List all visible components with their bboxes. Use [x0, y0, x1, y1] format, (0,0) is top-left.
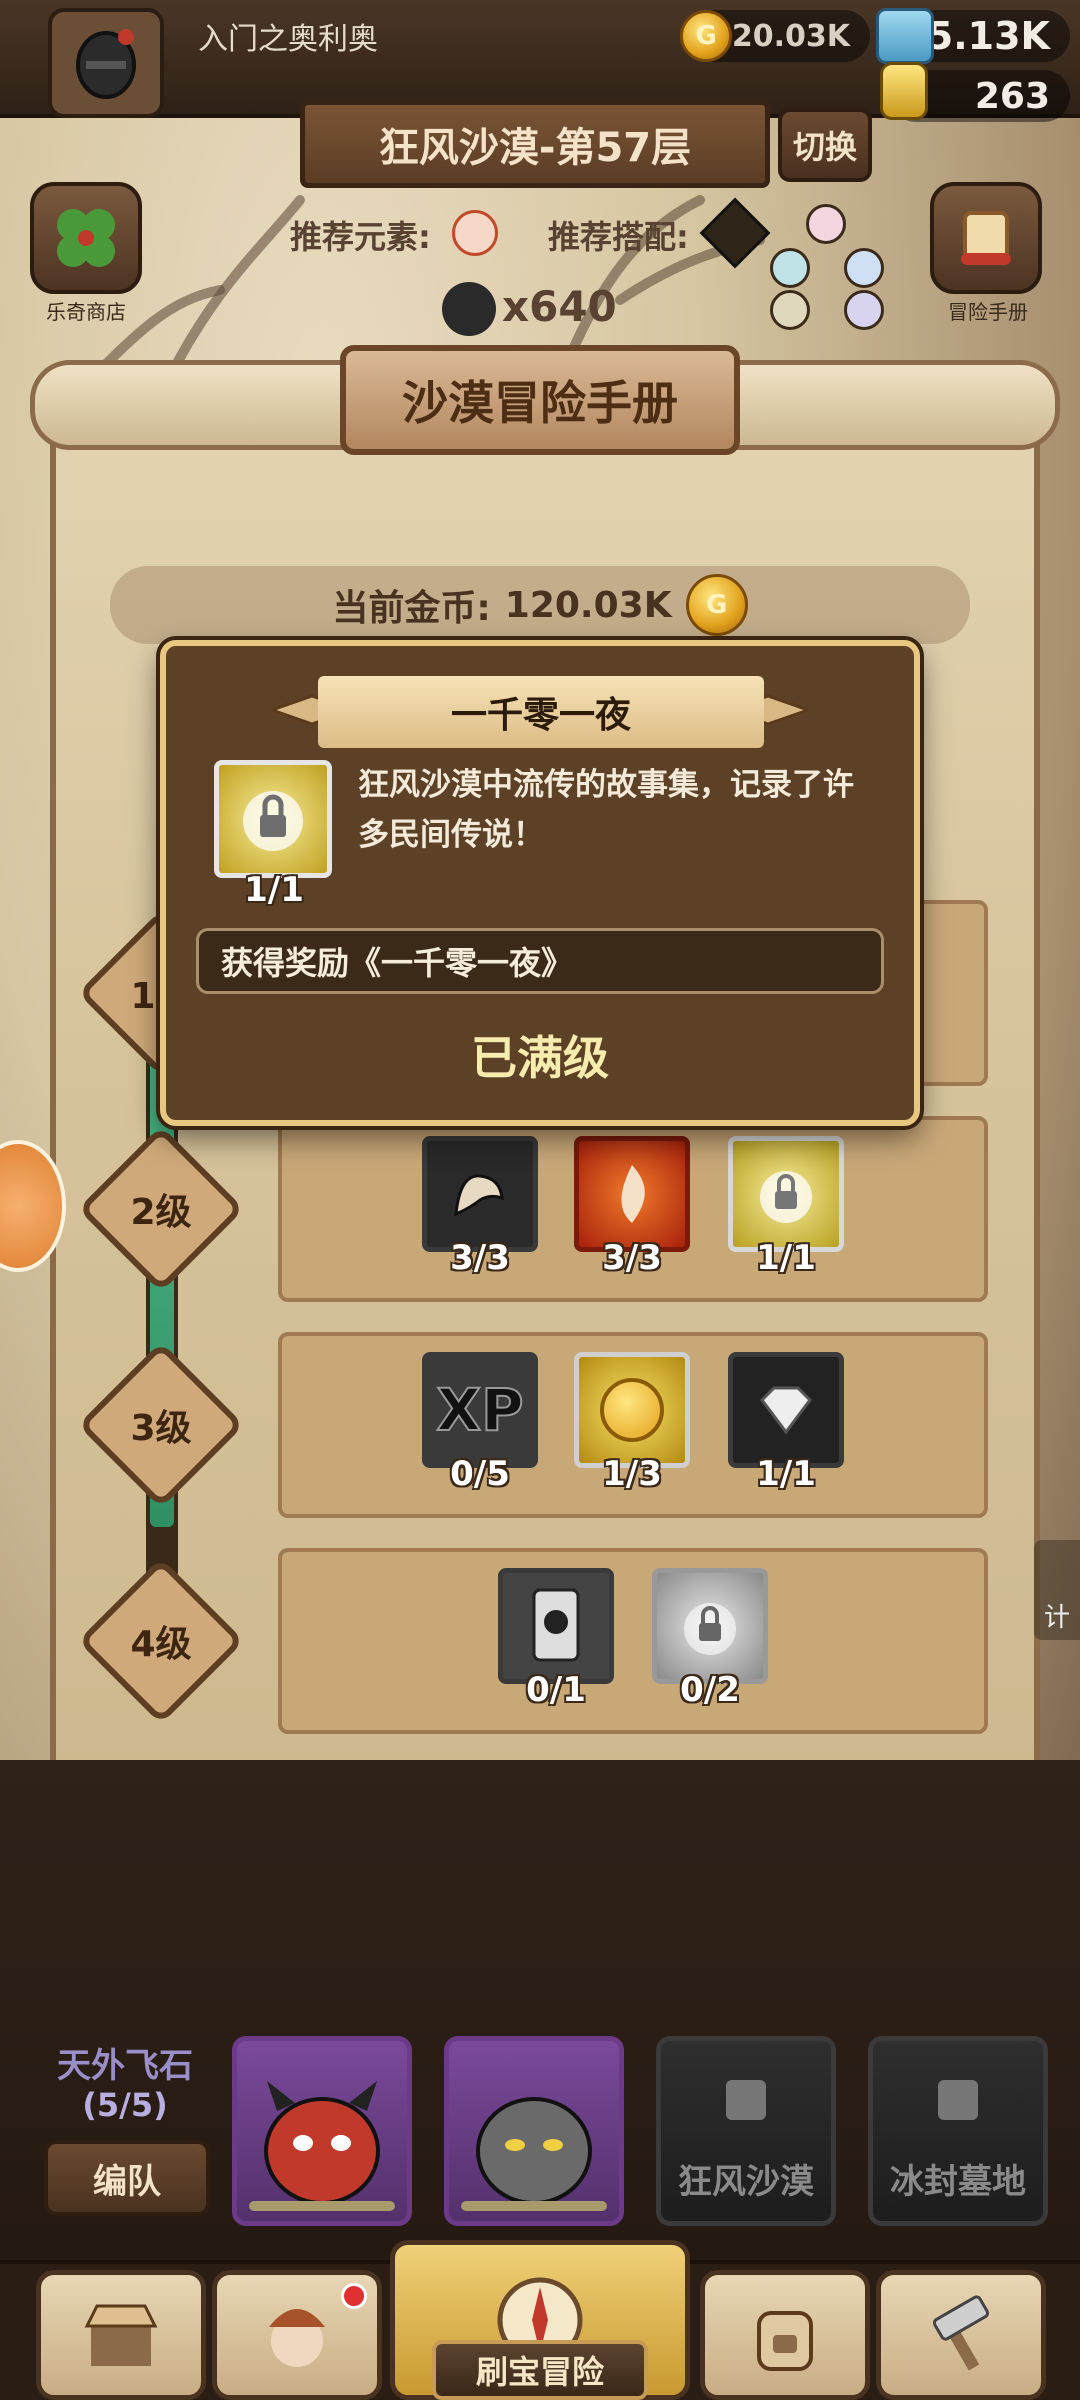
nav-adventure-label: 刷宝冒险: [432, 2340, 648, 2400]
wind-element-icon: [770, 248, 810, 288]
current-gold-label: 当前金币:: [332, 588, 491, 629]
diamond-icon[interactable]: [728, 1352, 844, 1468]
potion-value: 263: [974, 75, 1050, 117]
popup-title: 一千零一夜: [318, 676, 764, 748]
potion-icon: [880, 62, 928, 120]
popup-item-count: 1/1: [244, 870, 304, 910]
popup-reward: 获得奖励《一千零一夜》: [196, 928, 884, 994]
hammer-icon: [932, 2295, 990, 2371]
item-count: 3/3: [602, 1238, 662, 1278]
stage-title: 狂风沙漠-第57层: [300, 100, 770, 188]
level-label-4: 4级: [130, 1624, 192, 1665]
gold-coin-icon[interactable]: [574, 1352, 690, 1468]
nav-forge-button[interactable]: [876, 2270, 1046, 2400]
locked-area-card-2[interactable]: 冰封墓地: [868, 2036, 1048, 2226]
hero-card-gray-beast[interactable]: [444, 2036, 624, 2226]
shop-stall-icon: [84, 2304, 158, 2366]
lock-icon: [938, 2080, 978, 2120]
skull-icon: [442, 282, 496, 336]
item-count: 1/3: [602, 1454, 662, 1494]
nav-hero-button[interactable]: [212, 2270, 382, 2400]
current-gold-bar: 当前金币: 120.03K G: [110, 566, 970, 644]
handbook-title: 沙漠冒险手册: [340, 345, 740, 455]
level-row-4: [278, 1548, 988, 1734]
gem-icon: [876, 8, 934, 64]
nav-shop-button[interactable]: [36, 2270, 206, 2400]
lock-icon: [726, 2080, 766, 2120]
backpack-icon: [757, 2311, 813, 2371]
earth-element-icon: [770, 290, 810, 330]
skull-count: x640: [502, 282, 617, 331]
pink-element-icon: [806, 204, 846, 244]
coin-icon: G: [685, 574, 748, 636]
water-element-icon: [844, 248, 884, 288]
popup-description: 狂风沙漠中流传的故事集，记录了许多民间传说！: [358, 767, 854, 853]
hero-card-red-demon[interactable]: [232, 2036, 412, 2226]
locked-book-icon[interactable]: [728, 1136, 844, 1252]
scroll-icon: [961, 211, 1011, 265]
player-avatar[interactable]: [48, 8, 164, 118]
handbook-button[interactable]: [930, 182, 1042, 294]
level-label-3: 3级: [130, 1408, 192, 1449]
dark-element-icon: [844, 290, 884, 330]
locked-book-gray-icon[interactable]: [652, 1568, 768, 1684]
handbook-label: 冒险手册: [948, 300, 1028, 324]
item-count: 0/2: [680, 1670, 740, 1710]
notification-dot: [341, 2283, 367, 2309]
team-name: 天外飞石: [57, 2046, 193, 2086]
locked-area-card-1[interactable]: 狂风沙漠: [656, 2036, 836, 2226]
switch-stage-button[interactable]: 切换: [778, 108, 872, 182]
nav-backpack-button[interactable]: [700, 2270, 870, 2400]
muscle-arm-icon[interactable]: [422, 1136, 538, 1252]
clover-icon: [57, 209, 115, 267]
item-count: 0/1: [526, 1670, 586, 1710]
red-demon-portrait: [249, 2081, 395, 2211]
formation-button[interactable]: 编队: [44, 2140, 210, 2216]
item-count: 0/5: [450, 1454, 510, 1494]
current-gold-value: 120.03K: [504, 584, 672, 626]
item-count: 3/3: [450, 1238, 510, 1278]
level-label-2: 2级: [130, 1192, 192, 1233]
team-count: (5/5): [82, 2086, 168, 2124]
locked-book-icon: [214, 760, 332, 878]
xp-icon[interactable]: XP: [422, 1352, 538, 1468]
stats-side-tab[interactable]: 计: [1034, 1540, 1080, 1640]
shop-button[interactable]: [30, 182, 142, 294]
recommend-combo-label: 推荐搭配:: [548, 218, 689, 256]
recommend-element-label: 推荐元素:: [290, 218, 431, 256]
coin-icon: G: [680, 10, 732, 62]
player-name: 入门之奥利奥: [198, 22, 378, 57]
helmet-icon: [76, 29, 136, 99]
gem-value: 5.13K: [926, 14, 1050, 58]
item-count: 1/1: [756, 1454, 816, 1494]
card-icon[interactable]: [498, 1568, 614, 1684]
shop-label: 乐奇商店: [46, 300, 126, 324]
popup-max-level-status: 已满级: [471, 1031, 609, 1085]
fire-element-icon[interactable]: [574, 1136, 690, 1252]
fire-element-icon: [452, 210, 498, 256]
hero-portrait-icon: [269, 2309, 325, 2367]
gray-beast-portrait: [461, 2097, 607, 2211]
item-count: 1/1: [756, 1238, 816, 1278]
